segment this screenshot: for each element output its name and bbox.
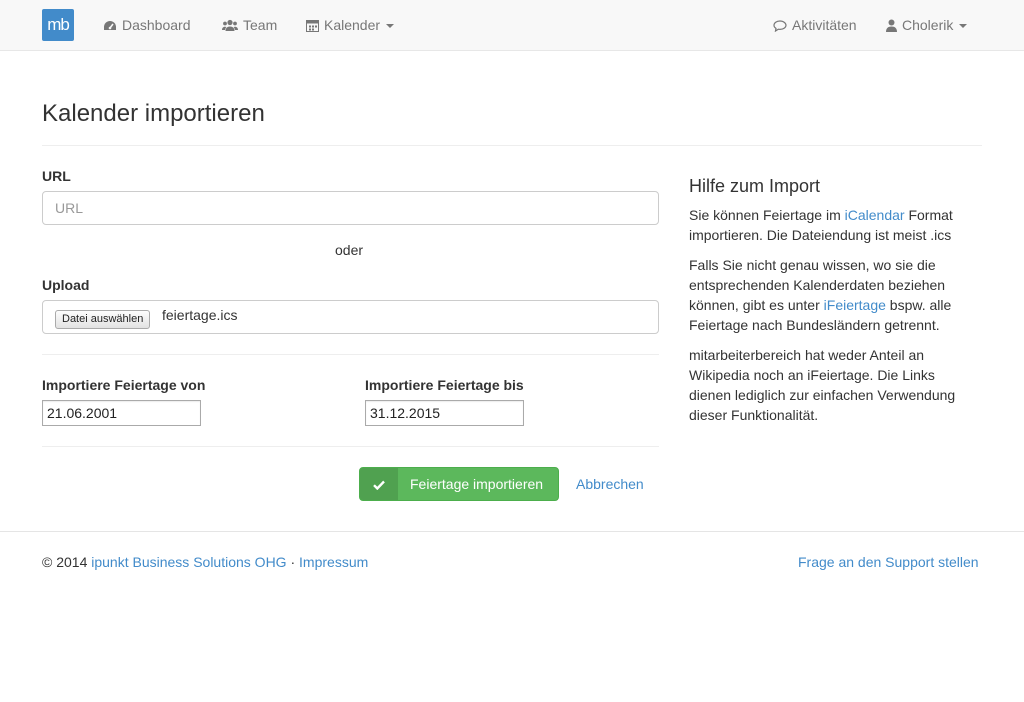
nav-team[interactable]: Team <box>222 0 277 50</box>
actions-divider <box>42 446 659 447</box>
comment-icon <box>773 20 787 33</box>
footer-copyright: © 2014 ipunkt Business Solutions OHG · I… <box>42 554 368 570</box>
help-text: Sie können Feiertage im <box>689 207 845 223</box>
header-divider <box>42 145 982 146</box>
copyright-text: © 2014 <box>42 554 92 570</box>
nav-dashboard[interactable]: Dashboard <box>103 0 191 50</box>
nav-user-label: Cholerik <box>902 17 954 33</box>
company-link[interactable]: ipunkt Business Solutions OHG <box>91 554 286 570</box>
brand-logo[interactable]: mb <box>42 9 74 41</box>
check-icon <box>360 468 398 500</box>
users-icon <box>222 19 238 31</box>
cancel-link[interactable]: Abbrechen <box>576 476 644 492</box>
nav-calendar-label: Kalender <box>324 17 381 33</box>
choose-file-button[interactable]: Datei auswählen <box>55 310 151 329</box>
help-paragraph-ifeiertage: Falls Sie nicht genau wissen, wo sie die… <box>689 255 979 335</box>
nav-dashboard-label: Dashboard <box>122 17 191 33</box>
url-input[interactable] <box>42 191 659 225</box>
import-holidays-button[interactable]: Feiertage importieren <box>359 467 559 501</box>
ifeiertage-link[interactable]: iFeiertage <box>824 297 886 313</box>
help-paragraph-disclaimer: mitarbeiterbereich hat weder Anteil an W… <box>689 347 956 423</box>
nav-user-dropdown[interactable]: Cholerik <box>886 0 968 50</box>
chevron-down-icon <box>959 24 968 28</box>
to-date-label: Importiere Feiertage bis <box>365 377 524 393</box>
import-button-label: Feiertage importieren <box>410 476 544 492</box>
page-title: Kalender importieren <box>42 100 265 127</box>
top-navbar: mb Dashboard Team Kalender Aktivitäten C… <box>0 0 1024 51</box>
upload-label: Upload <box>42 277 90 293</box>
to-date-input[interactable] <box>365 400 524 426</box>
nav-team-label: Team <box>243 17 278 33</box>
nav-activities-label: Aktivitäten <box>792 17 857 33</box>
impressum-link[interactable]: Impressum <box>299 554 368 570</box>
icalendar-link[interactable]: iCalendar <box>845 207 905 223</box>
support-link[interactable]: Frage an den Support stellen <box>798 554 979 570</box>
from-date-input[interactable] <box>42 400 201 426</box>
help-paragraph-icalendar: Sie können Feiertage im iCalendar Format… <box>689 205 979 245</box>
user-icon <box>886 19 897 32</box>
help-title: Hilfe zum Import <box>689 176 821 196</box>
file-upload-field: Datei auswählen feiertage.ics <box>42 300 659 334</box>
footer-separator: · <box>286 554 300 570</box>
or-separator: oder <box>335 242 364 258</box>
from-date-label: Importiere Feiertage von <box>42 377 206 393</box>
chevron-down-icon <box>386 24 395 28</box>
selected-file-name: feiertage.ics <box>162 307 238 323</box>
calendar-icon <box>306 20 319 32</box>
form-divider <box>42 354 659 355</box>
footer-divider <box>0 531 1024 532</box>
nav-calendar-dropdown[interactable]: Kalender <box>306 0 395 50</box>
nav-activities[interactable]: Aktivitäten <box>773 0 857 50</box>
url-label: URL <box>42 168 71 184</box>
dashboard-icon <box>104 21 116 30</box>
